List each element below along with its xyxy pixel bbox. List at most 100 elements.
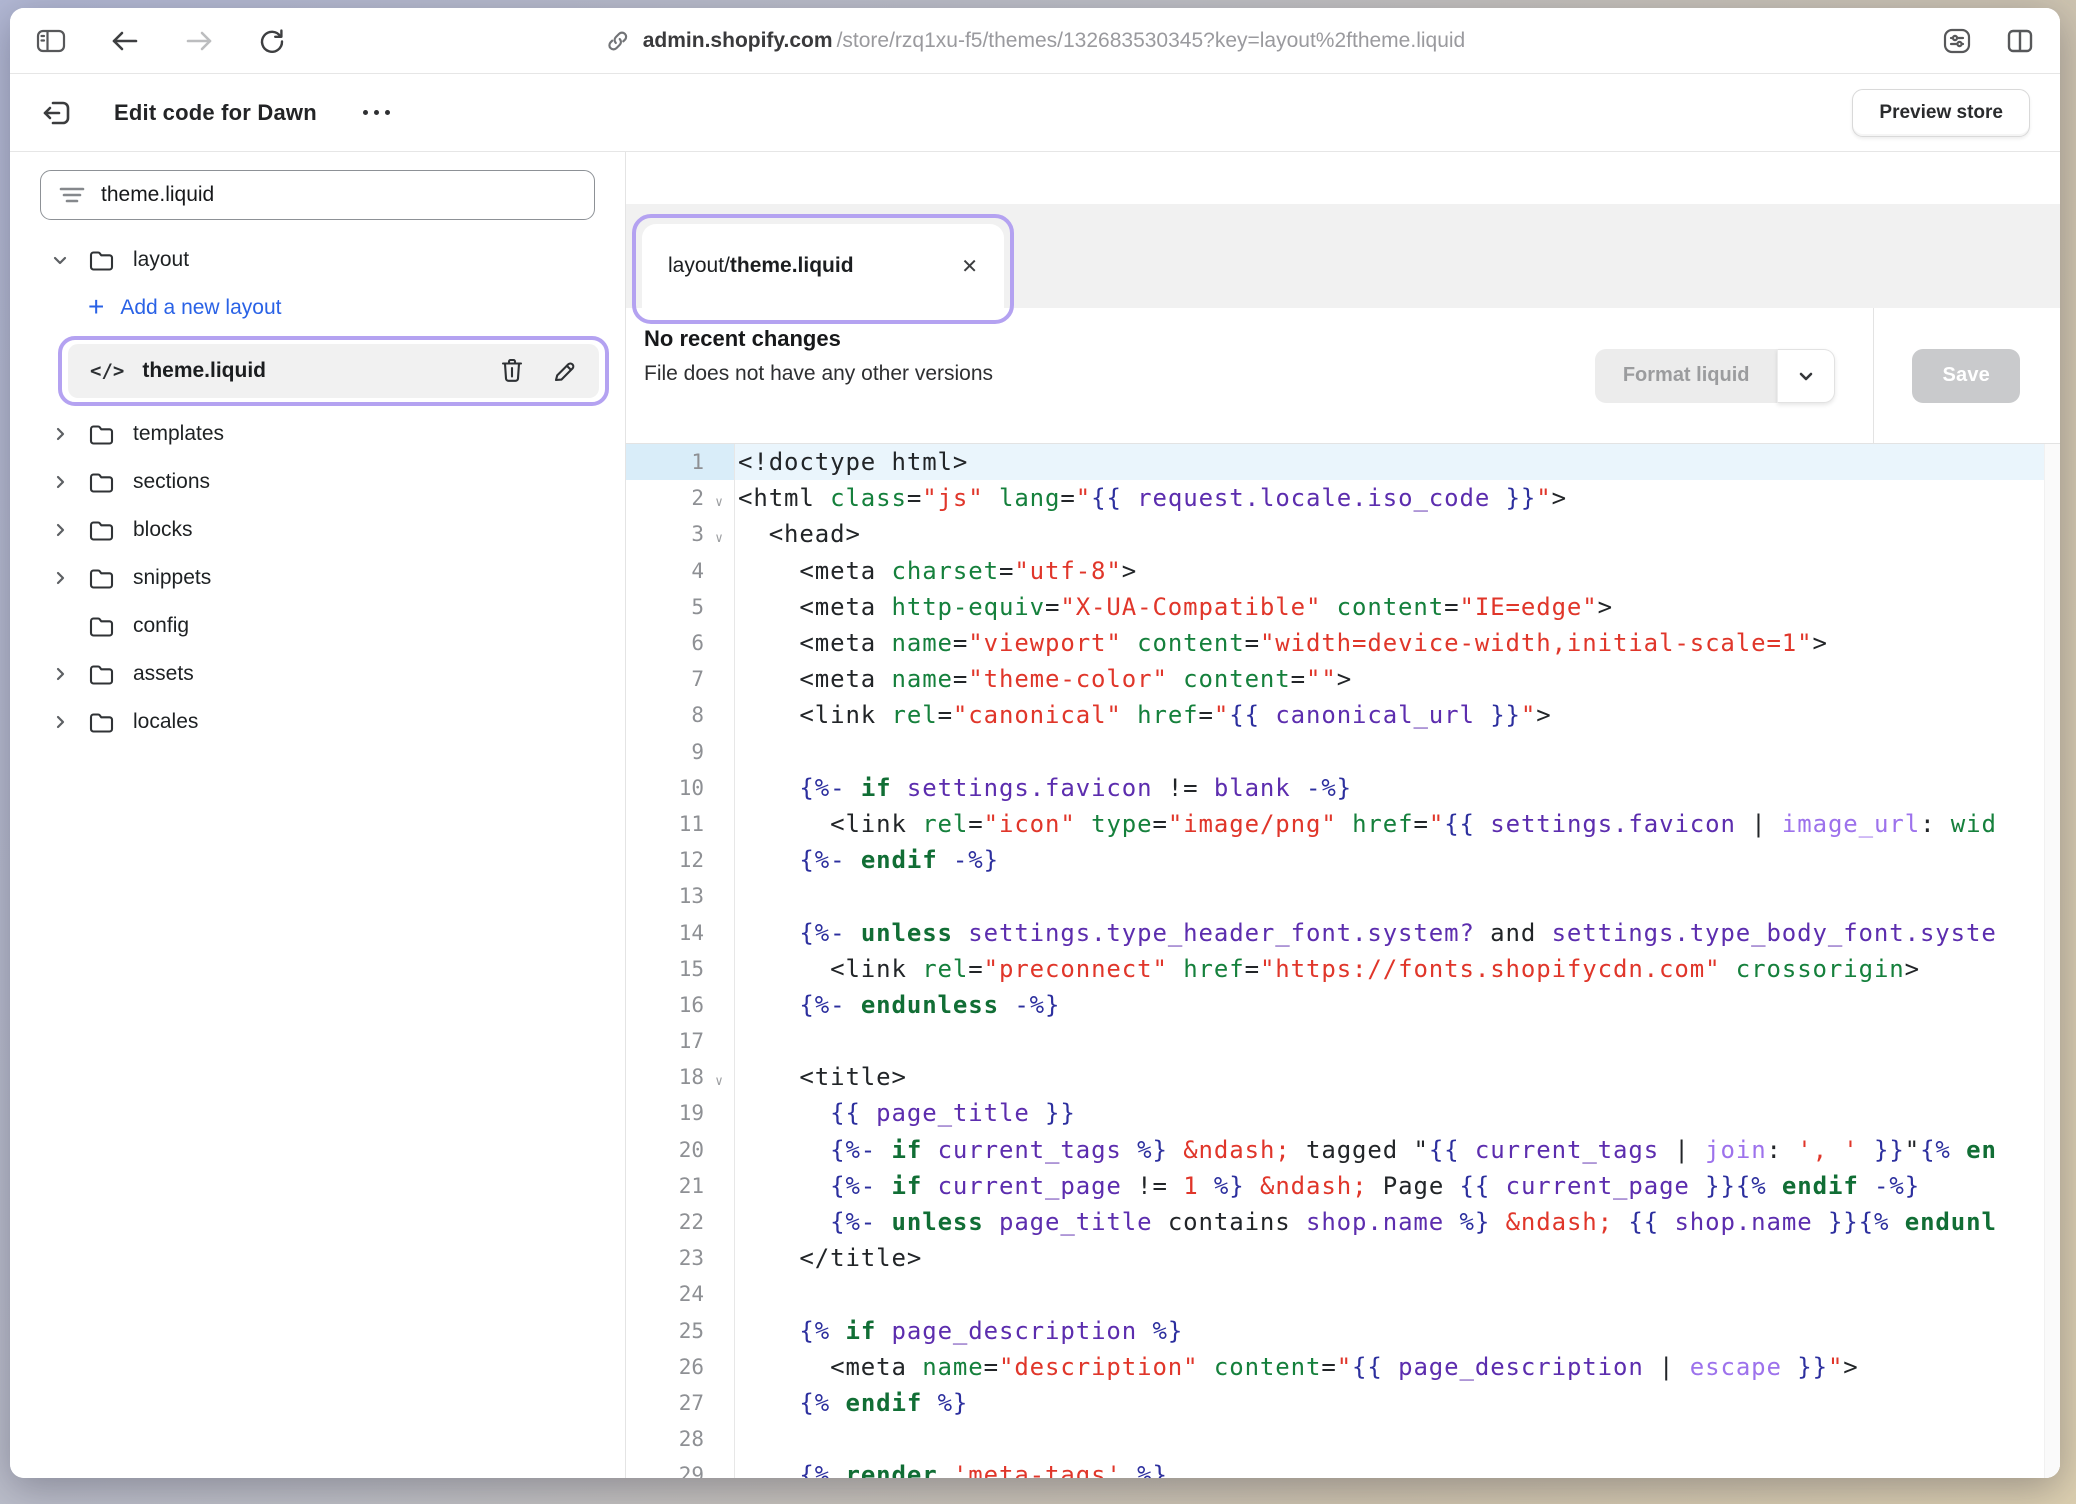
- reload-icon[interactable]: [258, 27, 286, 55]
- plus-icon: +: [88, 293, 104, 321]
- code-content: <title>: [734, 1063, 907, 1091]
- line-number: 6: [626, 631, 704, 655]
- line-number: 28: [626, 1427, 704, 1451]
- tab-bar: layout/theme.liquid ✕: [626, 204, 2060, 308]
- sidebar-item-label: locales: [133, 710, 198, 734]
- sidebar-item-layout[interactable]: layout: [10, 236, 625, 284]
- delete-icon[interactable]: [500, 358, 524, 384]
- code-line: 6 <meta name="viewport" content="width=d…: [626, 625, 2060, 661]
- line-number: 15: [626, 957, 704, 981]
- sidebar-item-sections[interactable]: sections: [10, 458, 625, 506]
- sidebar-item-assets[interactable]: assets: [10, 650, 625, 698]
- line-number: 17: [626, 1029, 704, 1053]
- code-content: {%- if current_tags %} &ndash; tagged "{…: [734, 1136, 1997, 1164]
- status-title: No recent changes: [644, 326, 993, 352]
- sidebar-item-theme-liquid[interactable]: </> theme.liquid: [68, 344, 599, 398]
- exit-icon[interactable]: [40, 97, 74, 129]
- fold-arrow-icon[interactable]: ∨: [704, 487, 734, 510]
- sidebar-toggle-icon[interactable]: [36, 28, 66, 54]
- file-sidebar: layout + Add a new layout </> theme.liqu…: [10, 152, 626, 1478]
- code-content: <meta http-equiv="X-UA-Compatible" conte…: [734, 593, 1613, 621]
- code-content: <head>: [734, 520, 861, 548]
- sidebar-item-snippets[interactable]: snippets: [10, 554, 625, 602]
- code-line: 3∨ <head>: [626, 516, 2060, 552]
- code-line: 10 {%- if settings.favicon != blank -%}: [626, 770, 2060, 806]
- code-content: {% render 'meta-tags' %}: [734, 1461, 1168, 1478]
- sidebar-item-blocks[interactable]: blocks: [10, 506, 625, 554]
- add-new-layout-link[interactable]: + Add a new layout: [10, 284, 625, 332]
- code-editor[interactable]: 1<!doctype html>2∨<html class="js" lang=…: [626, 444, 2060, 1478]
- code-content: <link rel="preconnect" href="https://fon…: [734, 955, 1920, 983]
- format-liquid-dropdown[interactable]: [1777, 349, 1835, 403]
- back-icon[interactable]: [110, 28, 140, 54]
- chevron-right-icon: [50, 665, 70, 683]
- code-content: {%- if settings.favicon != blank -%}: [734, 774, 1352, 802]
- code-line: 28: [626, 1421, 2060, 1457]
- fold-spacer: [704, 1109, 734, 1117]
- chevron-right-icon: [50, 569, 70, 587]
- browser-settings-icon[interactable]: [1942, 27, 1972, 55]
- status-subtitle: File does not have any other versions: [644, 362, 993, 386]
- fold-spacer: [704, 1363, 734, 1371]
- line-number: 29: [626, 1463, 704, 1478]
- line-number: 4: [626, 559, 704, 583]
- gutter-divider: [734, 444, 735, 1478]
- address-bar[interactable]: admin.shopify.com/store/rzq1xu-f5/themes…: [605, 8, 1465, 73]
- forward-icon[interactable]: [184, 28, 214, 54]
- tab-layout-theme-liquid[interactable]: layout/theme.liquid ✕: [642, 224, 1004, 308]
- sidebar-item-label: sections: [133, 470, 210, 494]
- sidebar-item-label: blocks: [133, 518, 193, 542]
- sidebar-item-templates[interactable]: templates: [10, 410, 625, 458]
- code-line: 12 {%- endif -%}: [626, 842, 2060, 878]
- folder-icon: [88, 662, 115, 686]
- sidebar-item-config[interactable]: config: [10, 602, 625, 650]
- add-layout-label: Add a new layout: [120, 296, 281, 320]
- fold-spacer: [704, 856, 734, 864]
- fold-spacer: [704, 567, 734, 575]
- code-line: 15 <link rel="preconnect" href="https://…: [626, 951, 2060, 987]
- line-number: 23: [626, 1246, 704, 1270]
- fold-spacer: [704, 820, 734, 828]
- code-line: 7 <meta name="theme-color" content="">: [626, 661, 2060, 697]
- editor-scrollbar[interactable]: [2044, 444, 2060, 1478]
- filter-icon: [59, 184, 85, 206]
- rename-icon[interactable]: [552, 359, 577, 384]
- code-content: {%- unless page_title contains shop.name…: [734, 1208, 1997, 1236]
- line-number: 18: [626, 1065, 704, 1089]
- sidebar-item-label: snippets: [133, 566, 211, 590]
- chevron-down-icon: [50, 251, 70, 269]
- file-search[interactable]: [40, 170, 595, 220]
- format-liquid-button[interactable]: Format liquid: [1595, 349, 1778, 403]
- code-line: 21 {%- if current_page != 1 %} &ndash; P…: [626, 1168, 2060, 1204]
- code-line: 9: [626, 734, 2060, 770]
- browser-window: admin.shopify.com/store/rzq1xu-f5/themes…: [10, 8, 2060, 1478]
- code-line: 25 {% if page_description %}: [626, 1313, 2060, 1349]
- fold-spacer: [704, 639, 734, 647]
- code-line: 5 <meta http-equiv="X-UA-Compatible" con…: [626, 589, 2060, 625]
- code-line: 24: [626, 1276, 2060, 1312]
- folder-icon: [88, 470, 115, 494]
- code-line: 23 </title>: [626, 1240, 2060, 1276]
- save-button[interactable]: Save: [1912, 349, 2020, 403]
- search-input[interactable]: [101, 183, 576, 207]
- close-icon[interactable]: ✕: [961, 254, 978, 279]
- fold-spacer: [704, 1290, 734, 1298]
- split-view-icon[interactable]: [2006, 28, 2034, 54]
- chevron-right-icon: [50, 713, 70, 731]
- fold-arrow-icon[interactable]: ∨: [704, 523, 734, 546]
- code-line: 4 <meta charset="utf-8">: [626, 553, 2060, 589]
- app-header: Edit code for Dawn Preview store: [10, 74, 2060, 152]
- preview-store-button[interactable]: Preview store: [1852, 89, 2030, 137]
- more-options-icon[interactable]: [363, 110, 390, 115]
- code-content: <meta name="theme-color" content="">: [734, 665, 1352, 693]
- toolbar-divider: [1873, 308, 1874, 443]
- line-number: 26: [626, 1355, 704, 1379]
- code-line: 29 {% render 'meta-tags' %}: [626, 1457, 2060, 1478]
- code-line: 19 {{ page_title }}: [626, 1095, 2060, 1131]
- sidebar-item-locales[interactable]: locales: [10, 698, 625, 746]
- line-number: 19: [626, 1101, 704, 1125]
- code-line: 22 {%- unless page_title contains shop.n…: [626, 1204, 2060, 1240]
- code-content: {% if page_description %}: [734, 1317, 1183, 1345]
- tab-file-name: theme.liquid: [730, 254, 854, 277]
- fold-arrow-icon[interactable]: ∨: [704, 1066, 734, 1089]
